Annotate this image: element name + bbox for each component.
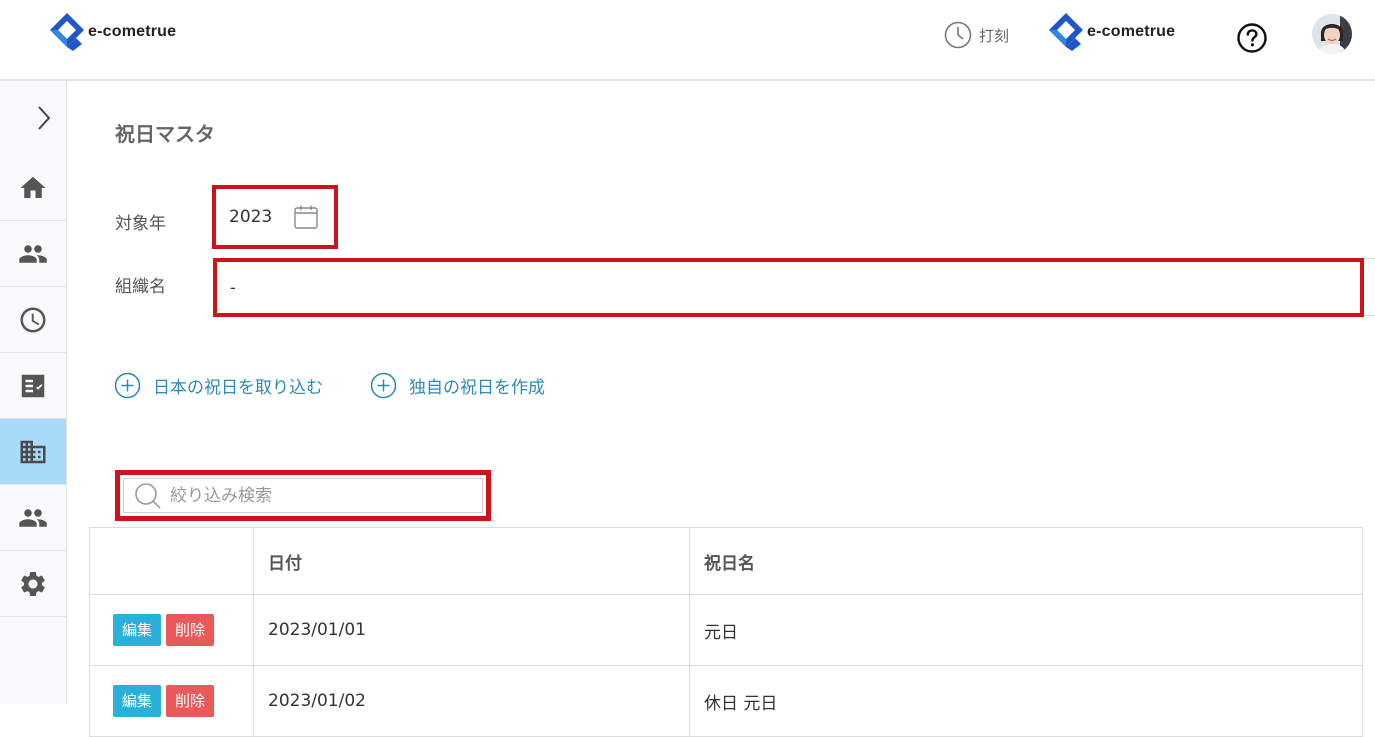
column-header-date: 日付 [253,527,690,595]
sidebar-toggle-button[interactable] [0,81,66,155]
filter-search-box [115,470,491,521]
page-title: 祝日マスタ [115,122,215,146]
row-actions: 編集 削除 [89,665,254,737]
table-row: 編集 削除 2023/01/02 休日 元日 [89,665,1363,737]
search-icon [135,482,161,509]
table-header-row: 日付 祝日名 [89,527,1363,595]
create-custom-holiday-label: 独自の祝日を作成 [409,378,545,398]
chevron-right-icon [38,106,51,130]
organization-label: 組織名 [115,277,166,297]
edit-button[interactable]: 編集 [113,685,162,717]
edit-button[interactable]: 編集 [113,614,162,646]
top-header: e-cometrue 打刻 e-cometrue [0,0,1375,81]
e-cometrue-logo-icon [1049,13,1083,51]
row-actions: 編集 削除 [89,594,254,666]
question-circle-icon[interactable] [1236,22,1268,54]
holiday-date: 2023/01/02 [253,665,690,737]
punch-button[interactable]: 打刻 [944,21,1009,49]
target-year-picker[interactable]: 2023 [212,185,338,249]
sidebar-item-home[interactable] [0,155,66,221]
brand-logo-right[interactable]: e-cometrue [1048,12,1175,52]
sidebar [0,81,67,704]
sidebar-item-employees[interactable] [0,221,66,287]
target-year-value: 2023 [229,207,273,227]
holiday-date: 2023/01/01 [253,594,690,666]
holiday-table: 日付 祝日名 編集 削除 2023/01/01 元日 編集 削除 2023/01/0… [89,527,1363,737]
brand-logo-left[interactable]: e-cometrue [49,12,176,52]
people-icon [19,508,47,527]
avatar-image [1312,14,1352,54]
import-japan-holidays-link[interactable]: 日本の祝日を取り込む [114,372,323,399]
filter-search-input[interactable] [168,484,468,507]
home-icon [20,176,46,198]
import-japan-holidays-label: 日本の祝日を取り込む [153,378,323,398]
user-avatar[interactable] [1312,14,1352,54]
holiday-name: 元日 [689,594,1363,666]
column-header-actions [89,527,254,595]
filter-search-field[interactable] [123,478,483,513]
sidebar-item-requests[interactable] [0,353,66,419]
organization-value: - [230,278,236,297]
building-icon [20,440,46,463]
table-row: 編集 削除 2023/01/01 元日 [89,594,1363,666]
delete-button[interactable]: 削除 [166,685,215,717]
plus-circle-icon [370,372,397,399]
calendar-icon[interactable] [292,203,320,231]
punch-label: 打刻 [979,26,1010,45]
sidebar-item-users[interactable] [0,485,66,551]
create-custom-holiday-link[interactable]: 独自の祝日を作成 [370,372,545,399]
sidebar-item-organization[interactable] [0,419,66,485]
e-cometrue-logo-icon [50,13,84,51]
clock-icon [20,307,46,332]
gear-icon [21,571,45,596]
column-header-holiday-name: 祝日名 [689,527,1363,595]
people-icon [19,244,47,263]
sidebar-item-attendance[interactable] [0,287,66,353]
plus-circle-icon [114,372,141,399]
clock-icon [944,21,972,49]
delete-button[interactable]: 削除 [166,614,215,646]
target-year-label: 対象年 [115,214,166,234]
organization-select[interactable]: - [213,258,1364,317]
brand-name: e-cometrue [88,23,177,40]
checklist-icon [21,374,45,397]
sidebar-item-settings[interactable] [0,551,66,617]
brand-name: e-cometrue [1087,23,1176,40]
holiday-name: 休日 元日 [689,665,1363,737]
